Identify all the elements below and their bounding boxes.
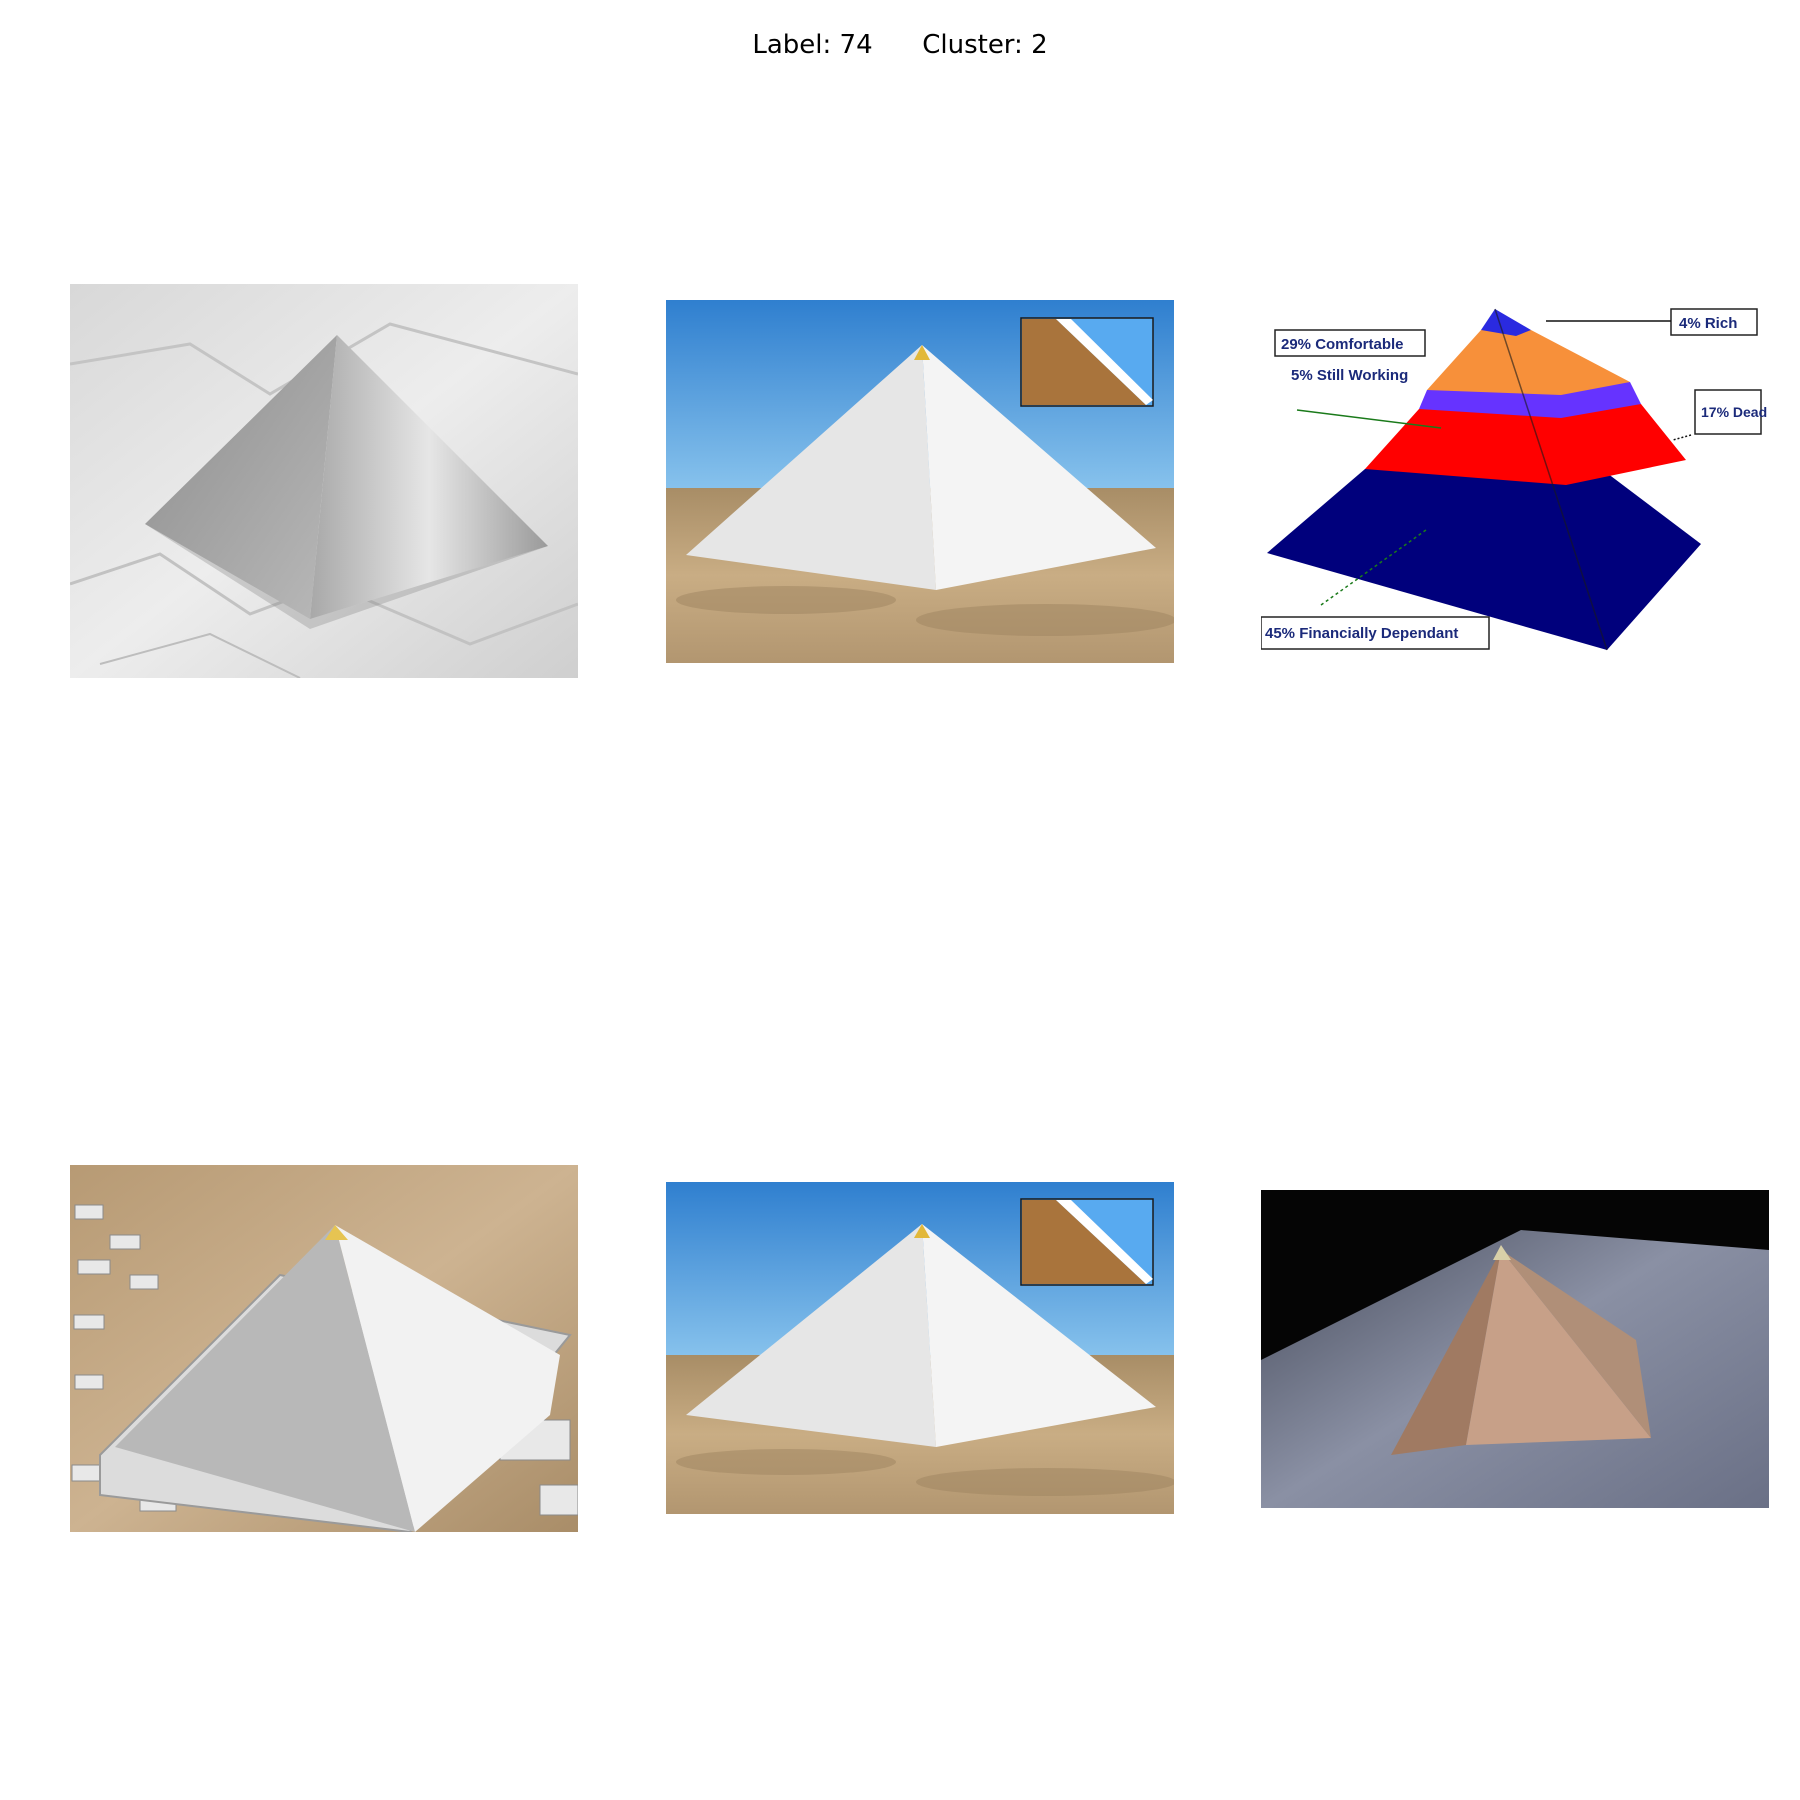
label-text: Label: 74: [752, 30, 873, 60]
image-tile-2: [666, 300, 1174, 663]
label-dependant: 45% Financially Dependant: [1265, 625, 1458, 642]
label-still-working: 5% Still Working: [1291, 367, 1408, 384]
image-tile-5: [666, 1182, 1174, 1514]
figure-title: Label: 74 Cluster: 2: [0, 30, 1800, 60]
label-comfortable: 29% Comfortable: [1281, 336, 1404, 353]
label-rich: 4% Rich: [1679, 315, 1737, 332]
image-tile-1: [70, 284, 578, 678]
desert-pyramid-image: [666, 300, 1174, 663]
desert-pyramid-image: [666, 1182, 1174, 1514]
image-tile-6: [1261, 1190, 1769, 1508]
label-dead: 17% Dead: [1701, 404, 1767, 420]
image-tile-4: [70, 1165, 578, 1532]
cluster-text: Cluster: 2: [922, 30, 1048, 60]
image-tile-3: 29% Comfortable 5% Still Working 4% Rich…: [1261, 300, 1769, 652]
stone-pyramid-model-image: [1261, 1190, 1769, 1508]
financial-pyramid-diagram: 29% Comfortable 5% Still Working 4% Rich…: [1261, 300, 1769, 652]
metal-pyramid-image: [70, 284, 578, 678]
aerial-pyramid-image: [70, 1165, 578, 1532]
